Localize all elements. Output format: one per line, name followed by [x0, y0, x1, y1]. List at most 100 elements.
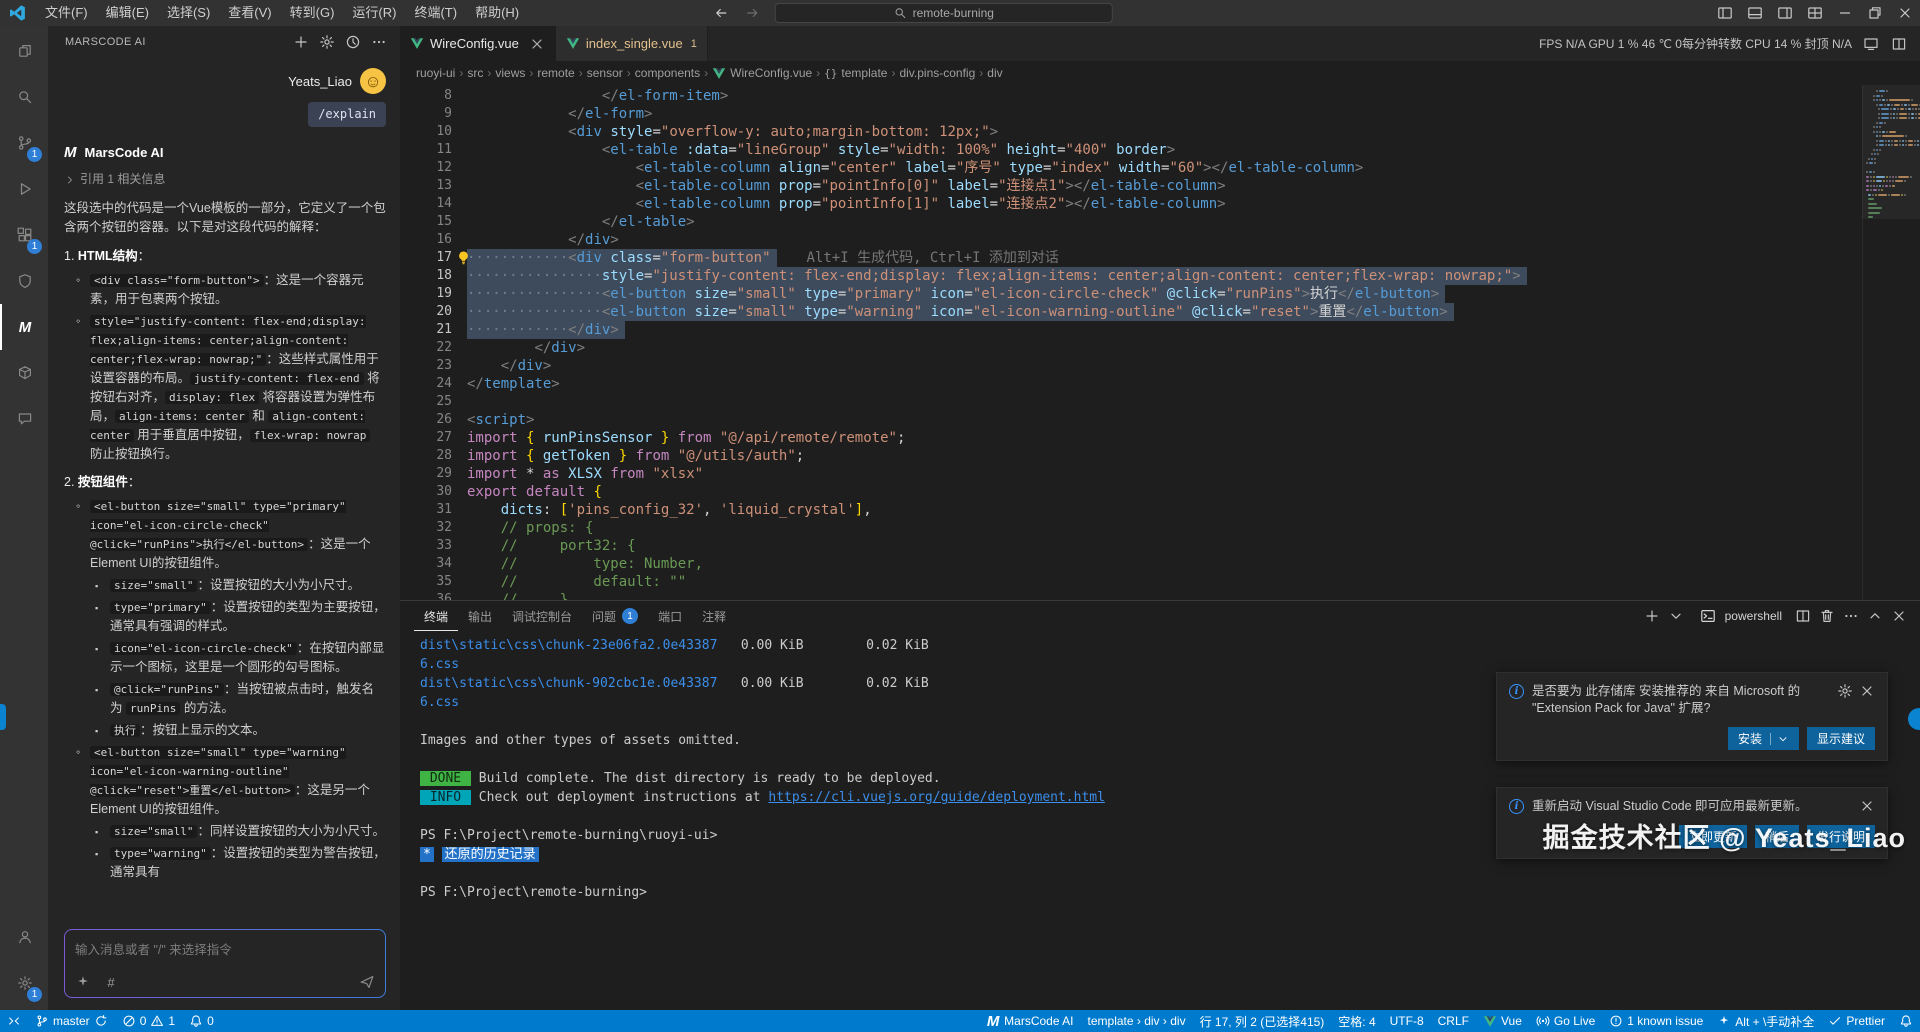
panel-tab-输出[interactable]: 输出: [458, 601, 502, 631]
restore-button[interactable]: [1860, 0, 1890, 26]
nav-forward-icon[interactable]: [743, 5, 763, 21]
code-line[interactable]: 28import { getToken } from "@/utils/auth…: [400, 447, 1862, 465]
close-button[interactable]: [1890, 0, 1920, 26]
activity-search[interactable]: [0, 74, 48, 120]
menu-编辑(E)[interactable]: 编辑(E): [97, 0, 158, 26]
code-line[interactable]: 17············<div class="form-button"Al…: [400, 249, 1862, 267]
activity-extensions[interactable]: 1: [0, 212, 48, 258]
breadcrumb-item[interactable]: remote: [537, 66, 574, 80]
context-hash-icon[interactable]: #: [103, 974, 119, 990]
code-line[interactable]: 22 </div>: [400, 339, 1862, 357]
code-line[interactable]: 27import { runPinsSensor } from "@/api/r…: [400, 429, 1862, 447]
code-line[interactable]: 9 </el-form>: [400, 105, 1862, 123]
status-encoding[interactable]: UTF-8: [1383, 1010, 1431, 1032]
activity-marscode-ai[interactable]: M: [0, 304, 48, 350]
status-bell-count[interactable]: 0: [182, 1010, 221, 1032]
toggle-secondary-sidebar-icon[interactable]: [1770, 0, 1800, 26]
code-line[interactable]: 23 </div>: [400, 357, 1862, 375]
activity-comments[interactable]: [0, 396, 48, 442]
chat-input[interactable]: 输入消息或者 "/" 来选择指令 #: [64, 929, 386, 998]
breadcrumb-item[interactable]: components: [635, 66, 700, 80]
code-line[interactable]: 29import * as XLSX from "xlsx": [400, 465, 1862, 483]
model-icon[interactable]: [75, 974, 91, 990]
reference-row[interactable]: 引用 1 相关信息: [64, 170, 386, 189]
activity-explorer[interactable]: [0, 28, 48, 74]
split-editor-icon[interactable]: [1890, 35, 1908, 53]
panel-tab-终端[interactable]: 终端: [414, 601, 458, 631]
code-line[interactable]: 11 <el-table :data="lineGroup" style="wi…: [400, 141, 1862, 159]
code-line[interactable]: 12 <el-table-column align="center" label…: [400, 159, 1862, 177]
status-prettier[interactable]: Prettier: [1821, 1010, 1892, 1032]
breadcrumb-item[interactable]: ruoyi-ui: [416, 66, 455, 80]
code-line[interactable]: 15 </el-table>: [400, 213, 1862, 231]
code-line[interactable]: 10 <div style="overflow-y: auto;margin-b…: [400, 123, 1862, 141]
tab-WireConfig.vue[interactable]: WireConfig.vue: [400, 26, 556, 61]
maximize-panel-icon[interactable]: [1864, 605, 1886, 627]
panel-tab-注释[interactable]: 注释: [692, 601, 736, 631]
new-chat-icon[interactable]: [290, 31, 312, 53]
menu-运行(R)[interactable]: 运行(R): [343, 0, 405, 26]
panel-tab-调试控制台[interactable]: 调试控制台: [502, 601, 582, 631]
status-completion-toggle[interactable]: Alt + \手动补全: [1710, 1010, 1821, 1032]
code-line[interactable]: 19················<el-button size="small…: [400, 285, 1862, 303]
screencast-icon[interactable]: [1862, 35, 1880, 53]
toggle-panel-icon[interactable]: [1740, 0, 1770, 26]
status-dom-path[interactable]: template › div › div: [1081, 1010, 1193, 1032]
code-line[interactable]: 21············</div>: [400, 321, 1862, 339]
chat-settings-icon[interactable]: [316, 31, 338, 53]
code-line[interactable]: 33 // port32: {: [400, 537, 1862, 555]
code-line[interactable]: 13 <el-table-column prop="pointInfo[0]" …: [400, 177, 1862, 195]
kill-terminal-icon[interactable]: [1816, 605, 1838, 627]
status-indentation[interactable]: 空格: 4: [1331, 1010, 1382, 1032]
more-actions-icon[interactable]: [368, 31, 390, 53]
send-icon[interactable]: [359, 974, 375, 990]
nav-back-icon[interactable]: [711, 5, 731, 21]
dropdown-split[interactable]: [1770, 733, 1789, 745]
breadcrumb-item[interactable]: src: [467, 66, 483, 80]
code-line[interactable]: 20················<el-button size="small…: [400, 303, 1862, 321]
status-marscode[interactable]: MMarsCode AI: [979, 1010, 1080, 1032]
code-line[interactable]: 24</template>: [400, 375, 1862, 393]
tab-close-icon[interactable]: [529, 36, 545, 52]
split-terminal-icon[interactable]: [1792, 605, 1814, 627]
panel-more-icon[interactable]: [1840, 605, 1862, 627]
terminal-instance-powershell[interactable]: powershell: [1689, 605, 1790, 627]
notification-settings-icon[interactable]: [1837, 683, 1853, 699]
chevron-down-icon[interactable]: [1777, 733, 1789, 745]
toggle-sidebar-icon[interactable]: [1710, 0, 1740, 26]
menu-帮助(H)[interactable]: 帮助(H): [466, 0, 528, 26]
lightbulb-icon[interactable]: [456, 250, 471, 265]
code-line[interactable]: 31 dicts: ['pins_config_32', 'liquid_cry…: [400, 501, 1862, 519]
breadcrumb-item[interactable]: WireConfig.vue: [712, 66, 812, 80]
activity-settings[interactable]: 1: [0, 960, 48, 1006]
code-line[interactable]: 34 // type: Number,: [400, 555, 1862, 573]
code-line[interactable]: 14 <el-table-column prop="pointInfo[1]" …: [400, 195, 1862, 213]
tab-index_single.vue[interactable]: index_single.vue1: [556, 26, 708, 61]
close-panel-icon[interactable]: [1888, 605, 1910, 627]
menu-转到(G)[interactable]: 转到(G): [281, 0, 344, 26]
history-icon[interactable]: [342, 31, 364, 53]
status-known-issue[interactable]: 1 known issue: [1602, 1010, 1710, 1032]
status-go-live[interactable]: Go Live: [1529, 1010, 1602, 1032]
code-line[interactable]: 25: [400, 393, 1862, 411]
new-terminal-icon[interactable]: [1641, 605, 1663, 627]
menu-查看(V)[interactable]: 查看(V): [219, 0, 280, 26]
customize-layout-icon[interactable]: [1800, 0, 1830, 26]
menu-终端(T)[interactable]: 终端(T): [405, 0, 466, 26]
notification-button[interactable]: 安装: [1728, 727, 1799, 750]
status-problems[interactable]: 01: [115, 1010, 182, 1032]
activity-security[interactable]: [0, 258, 48, 304]
terminal-link[interactable]: https://cli.vuejs.org/guide/deployment.h…: [768, 790, 1105, 805]
notification-button[interactable]: 显示建议: [1807, 727, 1875, 750]
code-line[interactable]: 35 // default: "": [400, 573, 1862, 591]
panel-tab-端口[interactable]: 端口: [648, 601, 692, 631]
search-box[interactable]: remote-burning: [775, 3, 1113, 23]
breadcrumb-item[interactable]: sensor: [587, 66, 623, 80]
status-eol[interactable]: CRLF: [1431, 1010, 1476, 1032]
activity-dependencies[interactable]: [0, 350, 48, 396]
code-line[interactable]: 16 </div>: [400, 231, 1862, 249]
breadcrumb-item[interactable]: {}template: [824, 66, 887, 80]
notification-close-icon[interactable]: [1859, 683, 1875, 699]
status-remote-window[interactable]: [0, 1010, 28, 1032]
code-line[interactable]: 8 </el-form-item>: [400, 87, 1862, 105]
